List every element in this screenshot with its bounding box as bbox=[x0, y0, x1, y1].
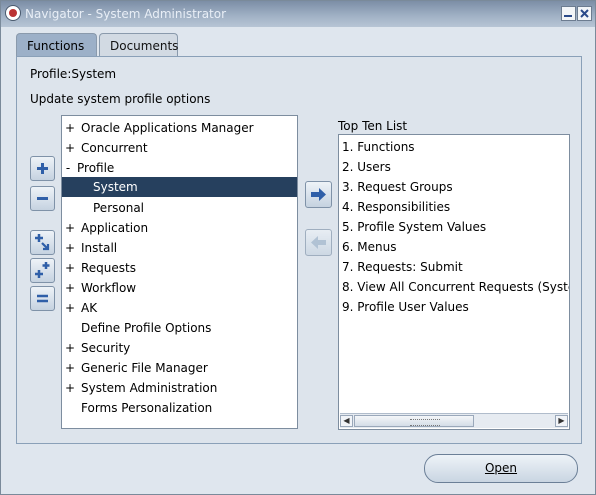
close-icon[interactable] bbox=[577, 6, 592, 21]
oracle-app-icon bbox=[5, 5, 21, 21]
tree-node-label: Requests bbox=[81, 261, 136, 275]
tree-node-label: AK bbox=[81, 301, 98, 315]
tree-expander[interactable]: + bbox=[65, 358, 75, 378]
tree-node[interactable]: + Requests bbox=[62, 258, 297, 278]
tree-node-label: Personal bbox=[93, 201, 145, 215]
tree-node-label: Application bbox=[81, 221, 149, 235]
description-label: Update system profile options bbox=[30, 92, 211, 106]
tree-expander[interactable]: + bbox=[65, 218, 75, 238]
tree-node[interactable]: Forms Personalization bbox=[62, 398, 297, 418]
collapse-all-icon bbox=[37, 294, 48, 303]
tree-expander[interactable]: + bbox=[65, 338, 75, 358]
collapse-button[interactable] bbox=[30, 186, 55, 211]
grip-icon bbox=[410, 419, 440, 426]
open-button[interactable]: Open bbox=[424, 454, 578, 483]
tree-node[interactable]: + Workflow bbox=[62, 278, 297, 298]
expand-button[interactable] bbox=[30, 156, 55, 181]
collapse-icon bbox=[37, 197, 48, 200]
list-item[interactable]: 9. Profile User Values bbox=[342, 297, 569, 317]
tree-node-label: Install bbox=[81, 241, 118, 255]
tree-node[interactable]: + Security bbox=[62, 338, 297, 358]
tree-expander[interactable]: + bbox=[65, 298, 75, 318]
tree-node[interactable]: Define Profile Options bbox=[62, 318, 297, 338]
tree-expander[interactable]: + bbox=[65, 138, 75, 158]
scroll-right-icon[interactable]: ▶ bbox=[555, 415, 568, 427]
tree-node[interactable]: + Install bbox=[62, 238, 297, 258]
expand-icon bbox=[37, 163, 48, 174]
function-tree[interactable]: + Oracle Applications Manager + Concurrent… bbox=[61, 115, 298, 429]
tree-node[interactable]: + System Administration bbox=[62, 378, 297, 398]
tree-node-label: Workflow bbox=[81, 281, 137, 295]
tree-expander[interactable]: + bbox=[65, 118, 75, 138]
tree-node-label: Forms Personalization bbox=[81, 401, 213, 415]
top-ten-label: Top Ten List bbox=[338, 119, 408, 133]
tree-node-label: Oracle Applications Manager bbox=[81, 121, 254, 135]
tab-functions[interactable]: Functions bbox=[16, 33, 97, 56]
tree-node-label: Concurrent bbox=[81, 141, 148, 155]
list-item[interactable]: 6. Menus bbox=[342, 237, 569, 257]
tree-node-label: System Administration bbox=[81, 381, 218, 395]
window-title: Navigator - System Administrator bbox=[25, 7, 227, 21]
profile-label: Profile:System bbox=[30, 67, 117, 81]
tree-node-label: System bbox=[93, 180, 138, 194]
add-to-top-ten-button[interactable] bbox=[305, 181, 332, 208]
list-item[interactable]: 5. Profile System Values bbox=[342, 217, 569, 237]
tree-expander[interactable]: - bbox=[63, 158, 73, 178]
open-button-label: Open bbox=[484, 461, 518, 475]
tree-node-label: Profile bbox=[77, 161, 115, 175]
tree-expander[interactable]: + bbox=[65, 238, 75, 258]
tree-node[interactable]: + Concurrent bbox=[62, 138, 297, 158]
tree-node[interactable]: + Generic File Manager bbox=[62, 358, 297, 378]
arrow-right-icon bbox=[311, 188, 326, 201]
arrow-left-icon bbox=[311, 236, 326, 249]
expand-branch-icon bbox=[35, 234, 50, 251]
top-ten-list[interactable]: 1. Functions 2. Users 3. Request Groups … bbox=[338, 134, 570, 430]
tree-node[interactable]: + Application bbox=[62, 218, 297, 238]
list-item[interactable]: 1. Functions bbox=[342, 137, 569, 157]
collapse-all-button[interactable] bbox=[30, 286, 55, 311]
scrollbar-thumb[interactable] bbox=[354, 415, 474, 427]
minimize-icon[interactable] bbox=[561, 6, 576, 21]
list-item[interactable]: 4. Responsibilities bbox=[342, 197, 569, 217]
horizontal-scrollbar[interactable]: ◀ ▶ bbox=[340, 413, 568, 428]
list-item[interactable]: 2. Users bbox=[342, 157, 569, 177]
title-bar[interactable]: Navigator - System Administrator bbox=[1, 1, 595, 27]
expand-branch-button[interactable] bbox=[30, 230, 55, 255]
tree-node[interactable]: - Profile bbox=[62, 158, 297, 178]
list-item[interactable]: 7. Requests: Submit bbox=[342, 257, 569, 277]
expand-all-icon bbox=[35, 262, 50, 278]
remove-from-top-ten-button[interactable] bbox=[305, 229, 332, 256]
scroll-left-icon[interactable]: ◀ bbox=[340, 415, 353, 427]
expand-all-button[interactable] bbox=[30, 258, 55, 283]
tree-node[interactable]: Personal bbox=[62, 198, 297, 218]
tree-node-label: Security bbox=[81, 341, 131, 355]
tree-node-selected[interactable]: System bbox=[62, 177, 297, 197]
tree-expander[interactable]: + bbox=[65, 258, 75, 278]
list-item[interactable]: 3. Request Groups bbox=[342, 177, 569, 197]
list-item[interactable]: 8. View All Concurrent Requests (System bbox=[342, 277, 569, 297]
tree-node-label: Generic File Manager bbox=[81, 361, 208, 375]
tree-node-label: Define Profile Options bbox=[81, 321, 212, 335]
tab-documents[interactable]: Documents bbox=[99, 33, 178, 56]
tree-node[interactable]: + AK bbox=[62, 298, 297, 318]
tree-expander[interactable]: + bbox=[65, 378, 75, 398]
tree-node[interactable]: + Oracle Applications Manager bbox=[62, 118, 297, 138]
tree-expander[interactable]: + bbox=[65, 278, 75, 298]
